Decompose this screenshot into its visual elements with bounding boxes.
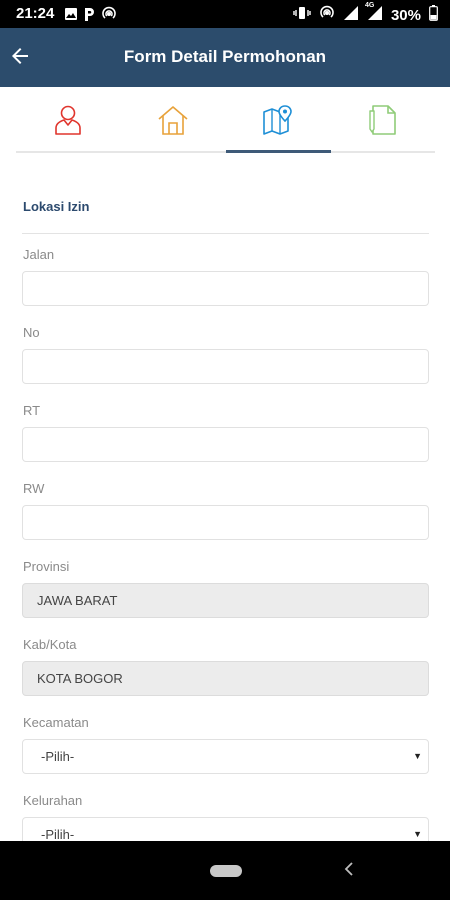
jalan-label: Jalan bbox=[23, 247, 55, 262]
app-bar: Form Detail Permohonan bbox=[0, 28, 450, 87]
signal-icon bbox=[343, 5, 359, 26]
tab-house[interactable] bbox=[121, 87, 225, 153]
kabkota-label: Kab/Kota bbox=[23, 637, 77, 652]
hotspot-icon bbox=[319, 5, 335, 26]
active-tab-indicator bbox=[226, 150, 331, 153]
step-tabs bbox=[16, 87, 435, 153]
house-icon bbox=[158, 106, 188, 135]
kabkota-field: KOTA BOGOR bbox=[22, 661, 429, 696]
map-location-icon bbox=[263, 105, 292, 135]
section-divider bbox=[22, 233, 429, 234]
jalan-input[interactable] bbox=[22, 271, 429, 306]
page-title: Form Detail Permohonan bbox=[123, 47, 327, 66]
rw-label: RW bbox=[23, 481, 45, 496]
hotspot-icon bbox=[101, 6, 117, 27]
rw-input[interactable] bbox=[22, 505, 429, 540]
battery-icon bbox=[429, 5, 438, 26]
p-icon bbox=[83, 7, 96, 27]
battery-percent: 30% bbox=[390, 7, 421, 24]
tab-location[interactable] bbox=[226, 87, 330, 153]
tab-document[interactable] bbox=[331, 87, 435, 153]
vibrate-icon bbox=[293, 6, 311, 25]
image-icon bbox=[64, 7, 78, 26]
provinsi-label: Provinsi bbox=[23, 559, 70, 574]
tab-person[interactable] bbox=[16, 87, 120, 153]
rt-input[interactable] bbox=[22, 427, 429, 462]
kecamatan-label: Kecamatan bbox=[23, 715, 89, 730]
status-bar: 21:24 4G 30% bbox=[0, 0, 450, 28]
signal-4g-icon: 4G bbox=[364, 2, 383, 26]
document-icon bbox=[369, 105, 396, 135]
kecamatan-value: -Pilih- bbox=[41, 749, 75, 764]
dropdown-arrow-icon: ▼ bbox=[413, 751, 422, 761]
no-input[interactable] bbox=[22, 349, 429, 384]
network-type: 4G bbox=[364, 2, 375, 9]
status-time: 21:24 bbox=[16, 5, 55, 22]
rt-label: RT bbox=[23, 403, 41, 418]
kabkota-value: KOTA BOGOR bbox=[37, 671, 123, 686]
nav-back-button[interactable] bbox=[344, 860, 354, 883]
system-nav-bar bbox=[0, 841, 450, 900]
home-pill-button[interactable] bbox=[210, 865, 242, 877]
kecamatan-select[interactable]: -Pilih- ▼ bbox=[22, 739, 429, 774]
provinsi-field: JAWA BARAT bbox=[22, 583, 429, 618]
no-label: No bbox=[23, 325, 40, 340]
chevron-left-icon bbox=[344, 862, 353, 876]
person-icon bbox=[55, 105, 81, 135]
section-title: Lokasi Izin bbox=[23, 199, 90, 214]
kelurahan-label: Kelurahan bbox=[23, 793, 83, 808]
provinsi-value: JAWA BARAT bbox=[37, 593, 118, 608]
